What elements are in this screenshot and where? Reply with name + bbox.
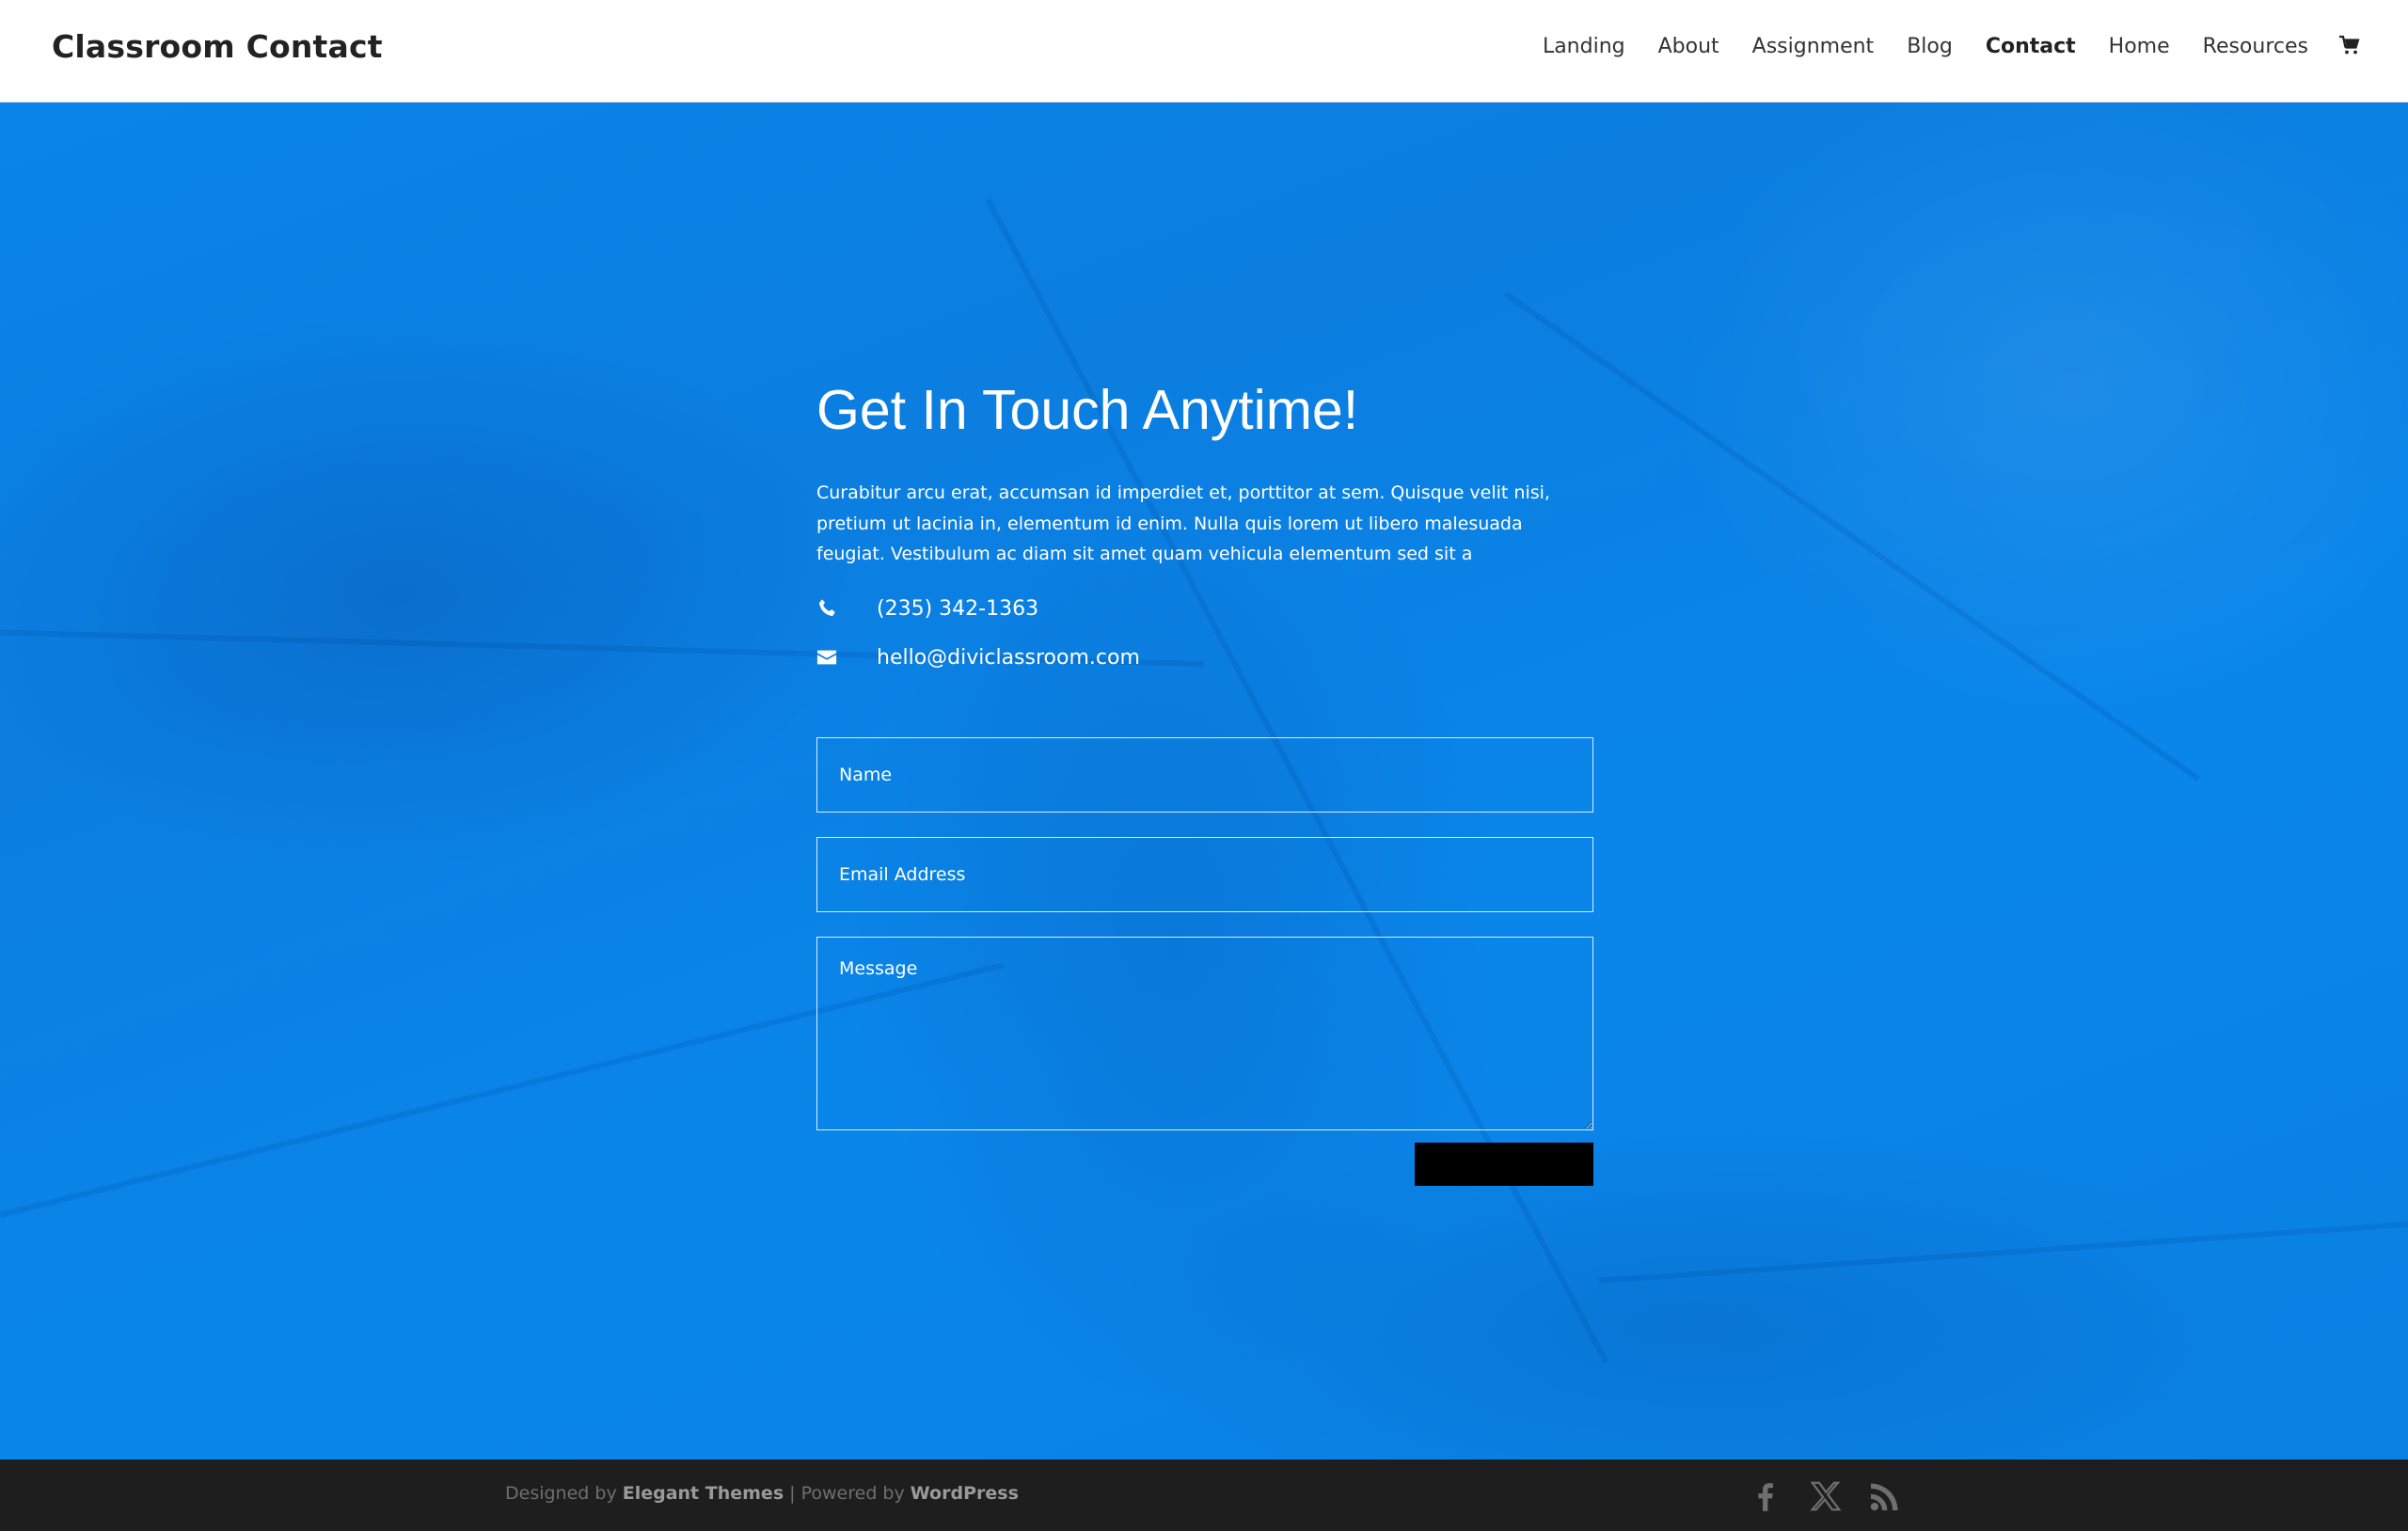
site-title[interactable]: Classroom Contact <box>52 28 383 65</box>
phone-line: (235) 342-1363 <box>816 597 1038 621</box>
x-icon[interactable] <box>1808 1478 1844 1514</box>
nav-item-home[interactable]: Home <box>2109 35 2170 58</box>
message-field[interactable] <box>816 937 1593 1130</box>
submit-button[interactable] <box>1415 1143 1593 1186</box>
nav-item-assignment[interactable]: Assignment <box>1752 35 1875 58</box>
facebook-icon[interactable] <box>1748 1478 1783 1514</box>
phone-number[interactable]: (235) 342-1363 <box>877 597 1038 621</box>
phone-icon <box>816 598 837 619</box>
cart-icon[interactable] <box>2338 34 2363 58</box>
nav-item-blog[interactable]: Blog <box>1907 35 1953 58</box>
main-nav: Landing About Assignment Blog Contact Ho… <box>1510 34 2363 58</box>
email-line: hello@diviclassroom.com <box>816 646 1140 670</box>
footer-wordpress-link[interactable]: WordPress <box>911 1483 1019 1504</box>
nav-item-about[interactable]: About <box>1658 35 1719 58</box>
paper-crease <box>1503 291 2200 781</box>
footer-elegant-themes-link[interactable]: Elegant Themes <box>623 1483 784 1504</box>
paper-crease <box>1598 1219 2408 1284</box>
email-address[interactable]: hello@diviclassroom.com <box>877 646 1140 670</box>
email-field[interactable] <box>816 837 1593 912</box>
nav-item-resources[interactable]: Resources <box>2203 35 2308 58</box>
nav-item-contact[interactable]: Contact <box>1986 35 2076 58</box>
name-field[interactable] <box>816 737 1593 813</box>
footer-designed-by: Designed by <box>505 1483 623 1504</box>
rss-icon[interactable] <box>1867 1478 1903 1514</box>
contact-intro-text: Curabitur arcu erat, accumsan id imperdi… <box>816 482 1550 564</box>
footer-credit: Designed by Elegant Themes | Powered by … <box>505 1483 1019 1504</box>
site-header: Classroom Contact Landing About Assignme… <box>0 0 2408 103</box>
envelope-icon <box>816 647 837 668</box>
footer-separator: | Powered by <box>784 1483 911 1504</box>
nav-item-landing[interactable]: Landing <box>1543 35 1625 58</box>
site-footer: Designed by Elegant Themes | Powered by … <box>0 1460 2408 1531</box>
contact-heading: Get In Touch Anytime! <box>816 379 1359 441</box>
